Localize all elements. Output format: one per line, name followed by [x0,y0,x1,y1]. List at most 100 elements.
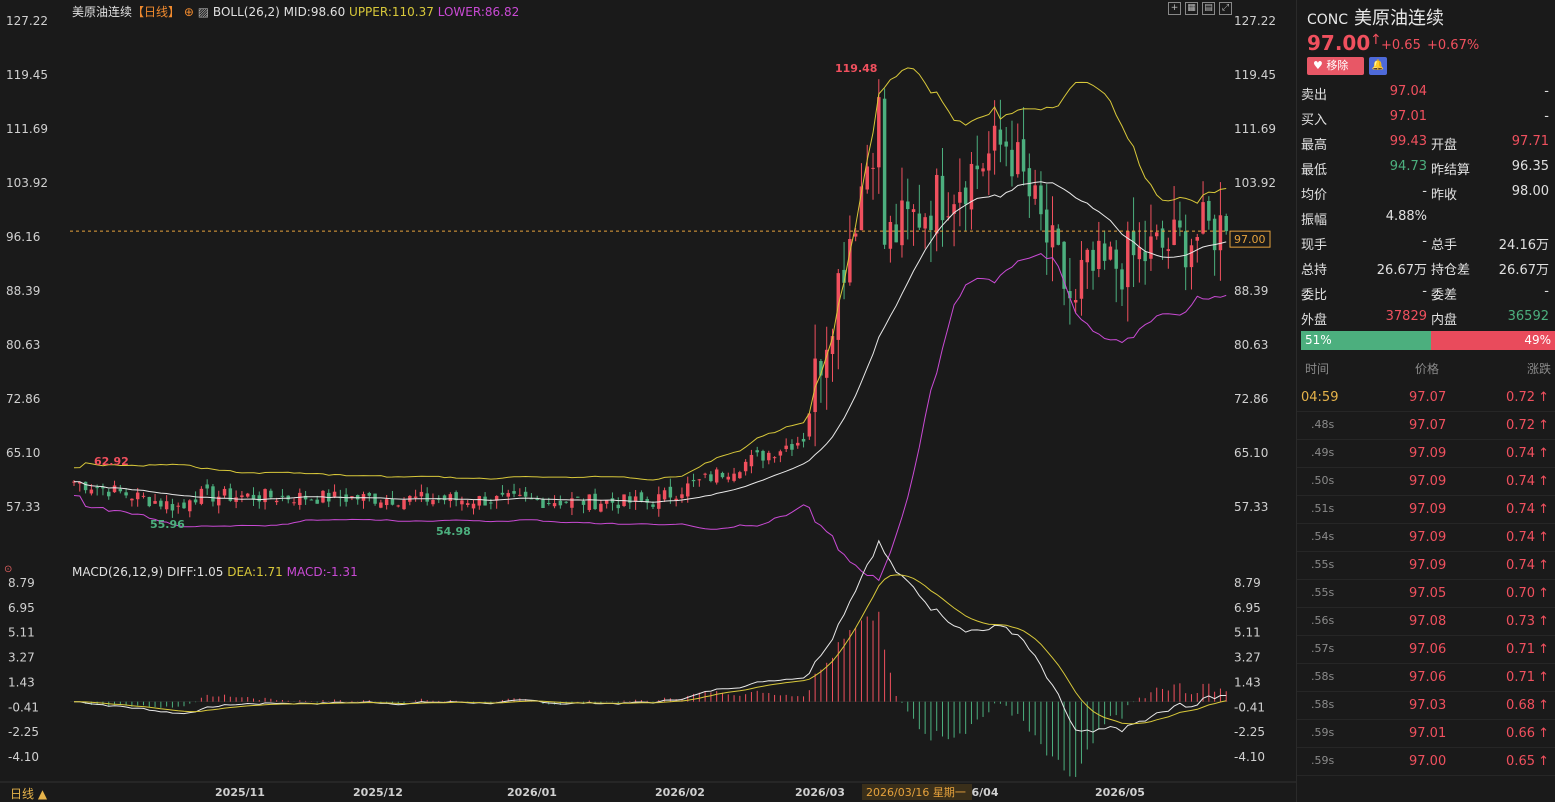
candle [1056,228,1061,245]
trade-row[interactable]: .50s 97.09 0.74 ↑ [1297,468,1555,496]
crosshair-icon[interactable]: + [1168,2,1181,15]
remove-watchlist-button[interactable]: ♥ 移除 [1307,57,1364,75]
candle [205,484,209,489]
candle [599,503,603,512]
expand-icon[interactable]: ⤢ [1219,2,1232,15]
quote-row: 现手 - 总手 24.16万 [1297,230,1555,255]
candle [680,494,684,499]
candle [1178,220,1182,228]
quote-row: 振幅 4.88% [1297,205,1555,230]
boll-upper: UPPER:110.37 [349,5,434,19]
settings-icon[interactable]: ⊙ [4,564,12,575]
macd-label[interactable]: MACD(26,12,9) [72,565,163,579]
trade-row[interactable]: .59s 97.01 0.66 ↑ [1297,720,1555,748]
trade-row[interactable]: .57s 97.06 0.71 ↑ [1297,636,1555,664]
candle [778,451,783,456]
candle [124,492,128,496]
trade-time: .58s [1311,670,1335,683]
candle [506,493,510,497]
candle [616,504,620,509]
candle [384,499,389,506]
candle [871,167,875,169]
bell-icon[interactable]: 🔔 [1369,57,1387,75]
candle [535,498,539,500]
y-tick-right: 72.86 [1234,392,1268,406]
x-tick-label: 2025/11 [215,786,265,799]
trade-price: 97.01 [1409,726,1447,741]
boll-lower: LOWER:86.82 [437,5,520,19]
trade-change: 0.65 [1506,754,1535,769]
candle [280,495,285,497]
up-arrow-icon: ↑ [1538,558,1549,573]
candle [662,490,667,500]
candle [309,499,314,501]
candle [726,476,731,480]
trade-row[interactable]: .54s 97.09 0.74 ↑ [1297,524,1555,552]
trade-row[interactable]: .58s 97.06 0.71 ↑ [1297,664,1555,692]
boll-upper-line [73,67,1227,481]
y-tick-left: 57.33 [6,500,40,514]
y-tick-right: 88.39 [1234,284,1268,298]
quote-value: 96.35 [1511,159,1549,174]
trade-time: .56s [1311,614,1335,627]
quote-value: 37829 [1385,309,1427,324]
last-price: 97.00 [1307,31,1371,55]
price-annotation: 54.98 [436,525,471,538]
candle [199,488,204,504]
candle [130,498,134,501]
trade-row[interactable]: .58s 97.03 0.68 ↑ [1297,692,1555,720]
trade-row[interactable]: .48s 97.07 0.72 ↑ [1297,412,1555,440]
trade-row[interactable]: .55s 97.05 0.70 ↑ [1297,580,1555,608]
candle [1044,209,1049,243]
candle [245,493,250,497]
candle [373,493,377,504]
candle [987,153,991,171]
quote-label: 委差 [1431,288,1458,303]
layout-icon[interactable]: ▤ [1202,2,1215,15]
candle [651,504,655,507]
trade-row[interactable]: .49s 97.09 0.74 ↑ [1297,440,1555,468]
candle [263,489,267,503]
quote-value: 97.01 [1389,109,1427,124]
period-label[interactable]: 【日线】 [132,5,180,19]
chart-area[interactable]: 127.22 127.22 119.45 119.45 111.69 111.69 103.… [0,0,1296,802]
candle [575,496,580,498]
kline-chart[interactable]: 127.22 127.22 119.45 119.45 111.69 111.69 103.… [0,0,1296,802]
candle [709,474,713,482]
macd-tick-right: 5.11 [1234,626,1261,640]
boll-lower-line [73,253,1227,582]
candle [604,500,609,504]
candle [147,496,152,507]
boll-label[interactable]: BOLL(26,2) [213,5,280,19]
candle [639,492,644,501]
candle [292,502,296,504]
candle [298,492,302,505]
up-arrow-icon: ↑ [1538,474,1549,489]
candle [448,494,453,502]
candle [332,491,337,497]
candle [796,442,800,446]
quote-label: 现手 [1301,238,1328,253]
candle [176,505,180,507]
macd-tick-left: -2.25 [8,725,39,739]
macd-tick-left: 5.11 [8,626,35,640]
trade-change: 0.74 [1506,530,1535,545]
candle [755,450,759,453]
trade-row[interactable]: .59s 97.00 0.65 ↑ [1297,748,1555,776]
trade-row[interactable]: .55s 97.09 0.74 ↑ [1297,552,1555,580]
candle [471,503,476,509]
period-tab[interactable]: 日线 ▲ [10,785,47,802]
grid-icon[interactable]: ▦ [1185,2,1198,15]
candle [135,492,140,500]
candle [1079,259,1084,299]
candle [269,490,273,498]
candle [1143,251,1147,262]
trade-row[interactable]: 04:59 97.07 0.72 ↑ [1297,384,1555,412]
indicator-icon[interactable]: ▨ [198,5,209,19]
plus-circle-icon[interactable]: ⊕ [184,5,194,19]
trade-row[interactable]: .51s 97.09 0.74 ↑ [1297,496,1555,524]
trade-row[interactable]: .56s 97.08 0.73 ↑ [1297,608,1555,636]
candle [107,491,111,497]
boll-mid: MID:98.60 [283,5,346,19]
macd-dea: DEA:1.71 [227,565,283,579]
